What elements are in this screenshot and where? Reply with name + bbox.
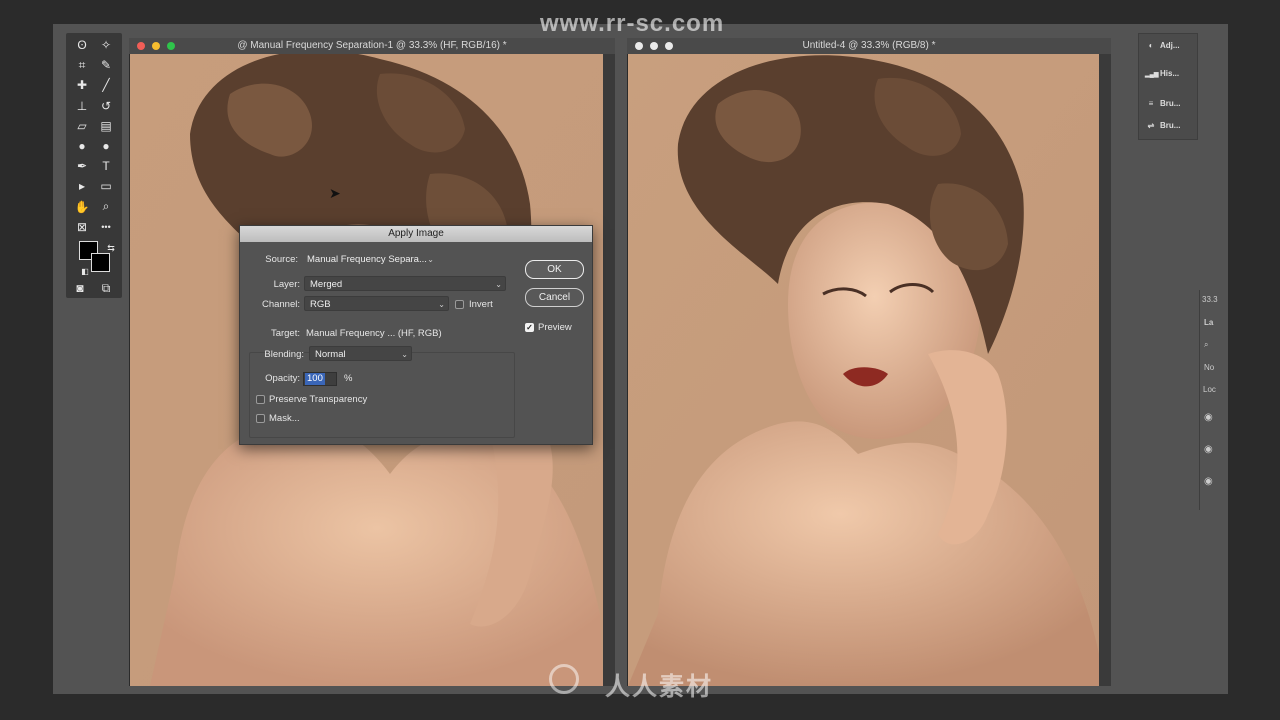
type-tool-icon[interactable]: T [97,157,115,175]
document-canvas[interactable] [628,54,1099,686]
vertical-scrollbar[interactable] [1099,54,1111,686]
crop-tool-icon[interactable]: ⌗ [73,56,91,74]
target-label: Target: [270,328,300,339]
eyedropper-tool-icon[interactable]: ✎ [97,56,115,74]
mask-label[interactable]: Mask... [269,413,300,424]
opacity-input[interactable]: 100 [303,372,337,386]
document-title: Untitled-4 @ 33.3% (RGB/8) * [802,40,936,51]
minimize-window-icon[interactable] [152,42,160,50]
default-colors-icon[interactable]: ◧ [76,262,94,280]
preserve-transparency-checkbox[interactable] [256,395,265,404]
preview-checkbox[interactable]: ✓ [525,323,534,332]
source-label: Source: [265,254,298,265]
healing-brush-tool-icon[interactable]: ✚ [73,76,91,94]
zoom-window-icon[interactable] [665,42,673,50]
magic-wand-tool-icon[interactable]: ✧ [97,36,115,54]
search-icon[interactable]: ⌕ [1204,340,1208,350]
dodge-tool-icon[interactable]: ● [97,137,115,155]
document-window-right: Untitled-4 @ 33.3% (RGB/8) * [627,38,1111,686]
rectangle-tool-icon[interactable]: ▭ [97,177,115,195]
brush-settings-icon: ⇌ [1147,121,1155,130]
history-brush-tool-icon[interactable]: ↺ [97,97,115,115]
layers-zoom-readout: 33.3 [1202,295,1218,304]
vertical-scrollbar[interactable] [603,54,615,686]
brush-icon: ≡ [1148,99,1154,108]
more-tool-icon[interactable]: ••• [97,218,115,236]
blend-mode-select[interactable]: No [1204,363,1214,372]
layer-visibility-eye-icon[interactable]: ◉ [1204,476,1213,487]
close-window-icon[interactable] [635,42,643,50]
path-selection-tool-icon[interactable]: ▸ [73,177,91,195]
preview-label: Preview [538,322,572,333]
screen-mode-icon[interactable]: ⧉ [97,279,115,297]
channel-label: Channel: [261,299,300,310]
layers-panel-collapsed: 33.3 La ⌕ No Loc ◉ ◉ ◉ [1199,290,1218,510]
hand-tool-icon[interactable]: ✋ [73,198,91,216]
brush-settings-panel-button[interactable]: ⇌ Bru... [1145,118,1193,134]
adjustments-panel-button[interactable]: ◐ Adj... [1145,38,1193,54]
opacity-unit: % [344,373,353,384]
chevron-down-icon: ⌄ [495,280,502,289]
chevron-down-icon: ⌄ [438,300,445,309]
blending-select[interactable]: Normal ⌄ [309,346,412,361]
minimize-window-icon[interactable] [650,42,658,50]
target-value: Manual Frequency ... (HF, RGB) [306,328,442,339]
chevron-down-icon: ⌄ [401,350,408,359]
portrait-image [628,54,1099,686]
brushes-panel-button[interactable]: ≡ Bru... [1145,96,1193,112]
document-titlebar[interactable]: @ Manual Frequency Separation-1 @ 33.3% … [129,38,615,54]
ok-button[interactable]: OK [525,260,584,279]
document-titlebar[interactable]: Untitled-4 @ 33.3% (RGB/8) * [627,38,1111,54]
layer-visibility-eye-icon[interactable]: ◉ [1204,444,1213,455]
mask-checkbox[interactable] [256,414,265,423]
right-dock-panel: ◐ Adj... ▂▄▆ His... ≡ Bru... ⇌ Bru... [1138,33,1198,140]
layers-tab[interactable]: La [1204,318,1213,327]
gradient-tool-icon[interactable]: ▤ [97,117,115,135]
blur-tool-icon[interactable]: ● [73,137,91,155]
watermark-brand: 人人素材 [605,673,714,701]
pen-tool-icon[interactable]: ✒ [73,157,91,175]
adjustments-icon: ◐ [1148,41,1154,50]
brand-logo-icon [549,664,579,694]
dialog-title[interactable]: Apply Image [240,226,592,242]
zoom-tool-icon[interactable]: ⌕ [97,198,115,216]
watermark-url: www.rr-sc.com [540,10,725,37]
close-window-icon[interactable] [137,42,145,50]
lasso-tool-icon[interactable]: ʘ [73,36,91,54]
lock-label: Loc [1203,385,1216,394]
document-title: @ Manual Frequency Separation-1 @ 33.3% … [237,40,507,51]
preserve-transparency-label: Preserve Transparency [269,394,368,405]
brush-tool-icon[interactable]: ╱ [97,76,115,94]
channel-select[interactable]: RGB ⌄ [304,296,449,311]
invert-checkbox[interactable] [455,300,464,309]
histogram-panel-button[interactable]: ▂▄▆ His... [1145,66,1193,82]
source-select[interactable]: Manual Frequency Separa... ⌄ [302,252,437,267]
apply-image-dialog: Apply Image Source: Manual Frequency Sep… [239,225,593,445]
quick-mask-icon[interactable]: ◙ [71,279,89,297]
frame-tool-icon[interactable]: ⊠ [73,218,91,236]
layer-visibility-eye-icon[interactable]: ◉ [1204,412,1213,423]
layer-label: Layer: [273,279,300,290]
zoom-window-icon[interactable] [167,42,175,50]
eraser-tool-icon[interactable]: ▱ [73,117,91,135]
mouse-cursor-icon: ➤ [329,185,341,201]
chevron-down-icon: ⌄ [427,255,434,264]
invert-label: Invert [469,299,493,310]
blending-label: Blending: [264,349,304,360]
cancel-button[interactable]: Cancel [525,288,584,307]
opacity-label: Opacity: [265,373,300,384]
histogram-icon: ▂▄▆ [1145,72,1159,78]
swap-colors-icon[interactable]: ⇆ [102,239,120,257]
clone-stamp-tool-icon[interactable]: ⊥ [73,97,91,115]
layer-select[interactable]: Merged ⌄ [304,276,506,291]
